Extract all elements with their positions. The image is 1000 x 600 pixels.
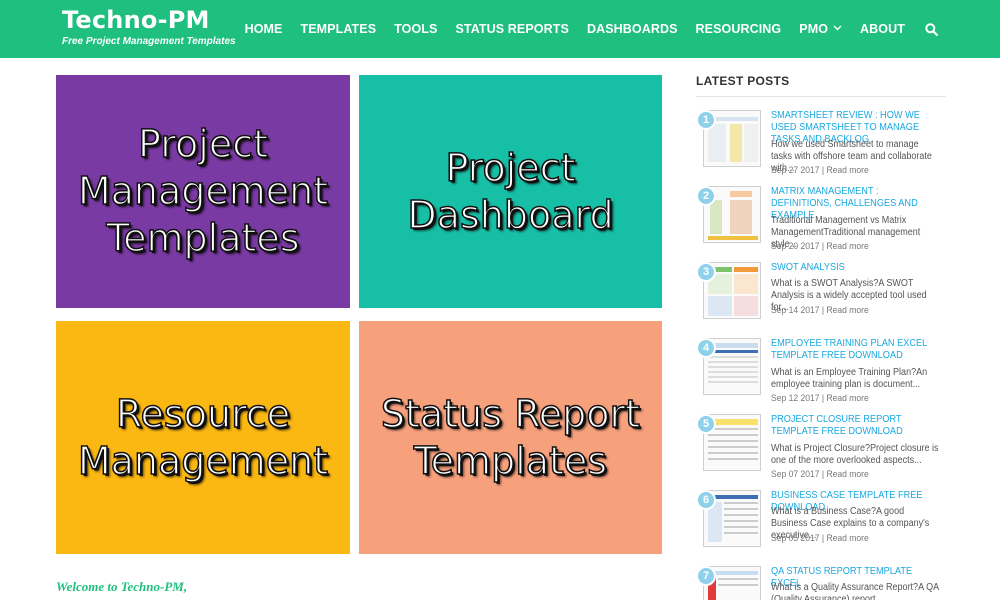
post-number-badge: 2 xyxy=(696,186,716,206)
nav-pmo[interactable]: PMO xyxy=(799,22,842,36)
nav-dashboards-label: DASHBOARDS xyxy=(586,22,678,36)
nav-resourcing-label: RESOURCING xyxy=(695,22,782,36)
post-meta[interactable]: Sep 14 2017 | Read more xyxy=(771,305,869,317)
site-header: Techno-PM Free Project Management Templa… xyxy=(0,0,1000,58)
post-meta[interactable]: Sep 20 2017 | Read more xyxy=(771,241,869,253)
tile-project-management-templates[interactable]: Project Management Templates xyxy=(56,75,350,308)
nav-tools[interactable]: TOOLS xyxy=(394,22,437,36)
post-title-link[interactable]: SWOT ANALYSIS xyxy=(771,262,935,274)
welcome-text: Welcome to Techno-PM, xyxy=(56,579,188,594)
nav-home[interactable]: HOME xyxy=(245,22,283,36)
post-excerpt: What is a Quality Assurance Report?A QA … xyxy=(771,582,939,600)
nav-dashboards[interactable]: DASHBOARDS xyxy=(587,22,678,36)
post-number-badge: 5 xyxy=(696,414,716,434)
post-title-link[interactable]: EMPLOYEE TRAINING PLAN EXCEL TEMPLATE FR… xyxy=(771,338,935,362)
search-button[interactable] xyxy=(925,22,938,36)
post-title-link[interactable]: PROJECT CLOSURE REPORT TEMPLATE FREE DOW… xyxy=(771,414,935,438)
tile-status-report-templates[interactable]: Status Report Templates xyxy=(359,321,662,554)
tile-label: Project Management Templates xyxy=(77,121,329,261)
site-brand[interactable]: Techno-PM Free Project Management Templa… xyxy=(62,5,236,48)
post-number-badge: 7 xyxy=(696,566,716,586)
post-excerpt: What is an Employee Training Plan?An emp… xyxy=(771,367,928,390)
post-number-badge: 1 xyxy=(696,110,716,130)
sidebar-title: LATEST POSTS xyxy=(696,74,946,97)
post-number-badge: 4 xyxy=(696,338,716,358)
search-icon xyxy=(925,22,938,36)
site-tagline: Free Project Management Templates xyxy=(62,36,236,47)
nav-status-reports-label: STATUS REPORTS xyxy=(455,22,569,36)
post-number-badge: 6 xyxy=(696,490,716,510)
chevron-down-icon xyxy=(833,25,842,31)
post-meta[interactable]: Sep 05 2017 | Read more xyxy=(771,533,869,545)
nav-resourcing[interactable]: RESOURCING xyxy=(696,22,782,36)
nav-about-label: ABOUT xyxy=(860,22,905,36)
tile-project-dashboard[interactable]: Project Dashboard xyxy=(359,75,662,308)
tile-label: Project Dashboard xyxy=(407,145,615,238)
post-meta[interactable]: Sep 07 2017 | Read more xyxy=(771,469,869,481)
post-meta[interactable]: Sep 27 2017 | Read more xyxy=(771,165,869,177)
nav-tools-label: TOOLS xyxy=(394,22,438,36)
post-meta[interactable]: Sep 12 2017 | Read more xyxy=(771,393,869,405)
nav-templates[interactable]: TEMPLATES xyxy=(300,22,376,36)
post-excerpt: What is Project Closure?Project closure … xyxy=(771,443,939,466)
nav-home-label: HOME xyxy=(244,22,283,36)
site-title[interactable]: Techno-PM xyxy=(62,5,236,35)
nav-templates-label: TEMPLATES xyxy=(300,22,377,36)
main-nav: HOME TEMPLATES TOOLS STATUS REPORTS DASH… xyxy=(227,0,938,58)
post-number-badge: 3 xyxy=(696,262,716,282)
nav-status-reports[interactable]: STATUS REPORTS xyxy=(455,22,568,36)
tile-resource-management[interactable]: Resource Management xyxy=(56,321,350,554)
nav-about[interactable]: ABOUT xyxy=(860,22,905,36)
tile-label: Status Report Templates xyxy=(380,391,641,484)
latest-posts-sidebar: LATEST POSTS 1 SMARTSHEET REVIEW : HOW W… xyxy=(696,74,946,600)
nav-pmo-label: PMO xyxy=(799,22,829,36)
tile-label: Resource Management xyxy=(77,391,329,484)
